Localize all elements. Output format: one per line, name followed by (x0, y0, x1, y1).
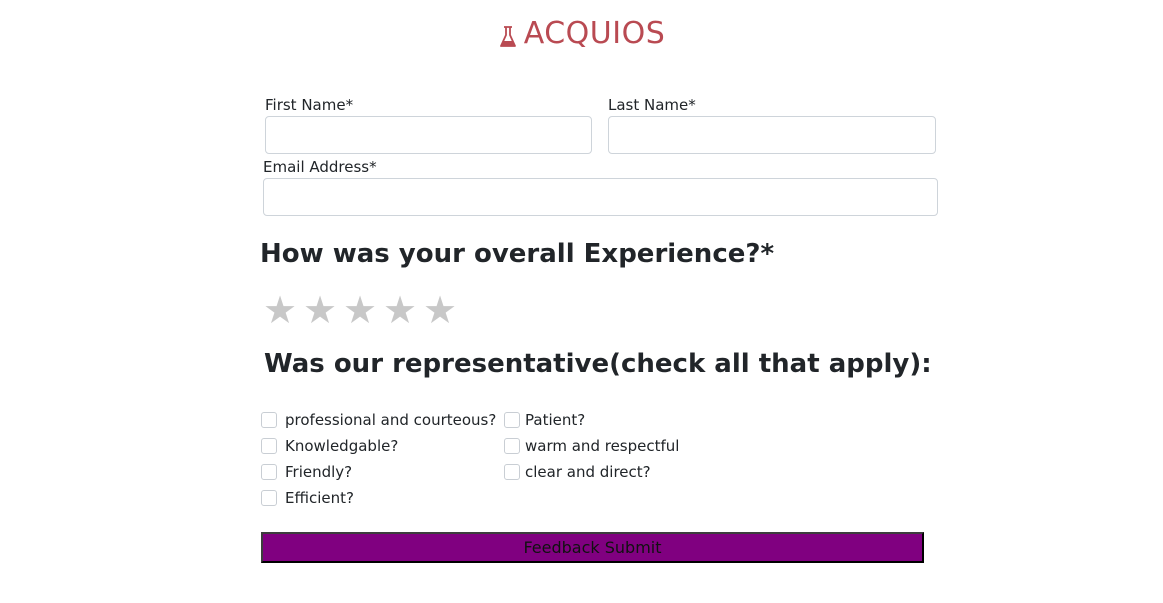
checkbox-label: Patient? (525, 411, 586, 429)
checkbox-label: Knowledgable? (285, 437, 399, 455)
professional-checkbox[interactable] (261, 412, 277, 428)
checkbox-row: professional and courteous? (261, 410, 496, 430)
last-name-label: Last Name* (608, 96, 696, 114)
first-name-input[interactable] (265, 116, 592, 154)
checkbox-label: professional and courteous? (285, 411, 497, 429)
email-input[interactable] (263, 178, 938, 216)
checkbox-row: Friendly? (261, 462, 352, 482)
warm-respectful-checkbox[interactable] (504, 438, 520, 454)
feedback-submit-button[interactable]: Feedback Submit (261, 532, 924, 563)
last-name-input[interactable] (608, 116, 936, 154)
flask-icon (498, 21, 518, 47)
brand-logo: ACQUIOS (498, 14, 666, 54)
star-icon[interactable]: ★ (300, 288, 340, 332)
checkbox-row: warm and respectful (504, 436, 679, 456)
checkbox-label: clear and direct? (525, 463, 651, 481)
brand-header: ACQUIOS (0, 14, 1163, 61)
checkbox-label: Efficient? (285, 489, 354, 507)
checkbox-row: Efficient? (261, 488, 354, 508)
checkbox-label: Friendly? (285, 463, 353, 481)
star-icon[interactable]: ★ (380, 288, 420, 332)
clear-direct-checkbox[interactable] (504, 464, 520, 480)
rating-question: How was your overall Experience?* (260, 239, 775, 269)
checkbox-row: clear and direct? (504, 462, 651, 482)
email-label: Email Address* (263, 158, 377, 176)
friendly-checkbox[interactable] (261, 464, 277, 480)
star-icon[interactable]: ★ (340, 288, 380, 332)
checkbox-label: warm and respectful (525, 437, 680, 455)
feedback-page: ACQUIOS First Name* Last Name* Email Add… (0, 0, 1163, 603)
patient-checkbox[interactable] (504, 412, 520, 428)
representative-question: Was our representative(check all that ap… (264, 349, 932, 379)
checkbox-row: Patient? (504, 410, 585, 430)
star-rating: ★ ★ ★ ★ ★ (260, 288, 460, 332)
star-icon[interactable]: ★ (260, 288, 300, 332)
first-name-label: First Name* (265, 96, 354, 114)
brand-name: ACQUIOS (523, 16, 666, 51)
knowledgable-checkbox[interactable] (261, 438, 277, 454)
efficient-checkbox[interactable] (261, 490, 277, 506)
star-icon[interactable]: ★ (420, 288, 460, 332)
checkbox-row: Knowledgable? (261, 436, 398, 456)
